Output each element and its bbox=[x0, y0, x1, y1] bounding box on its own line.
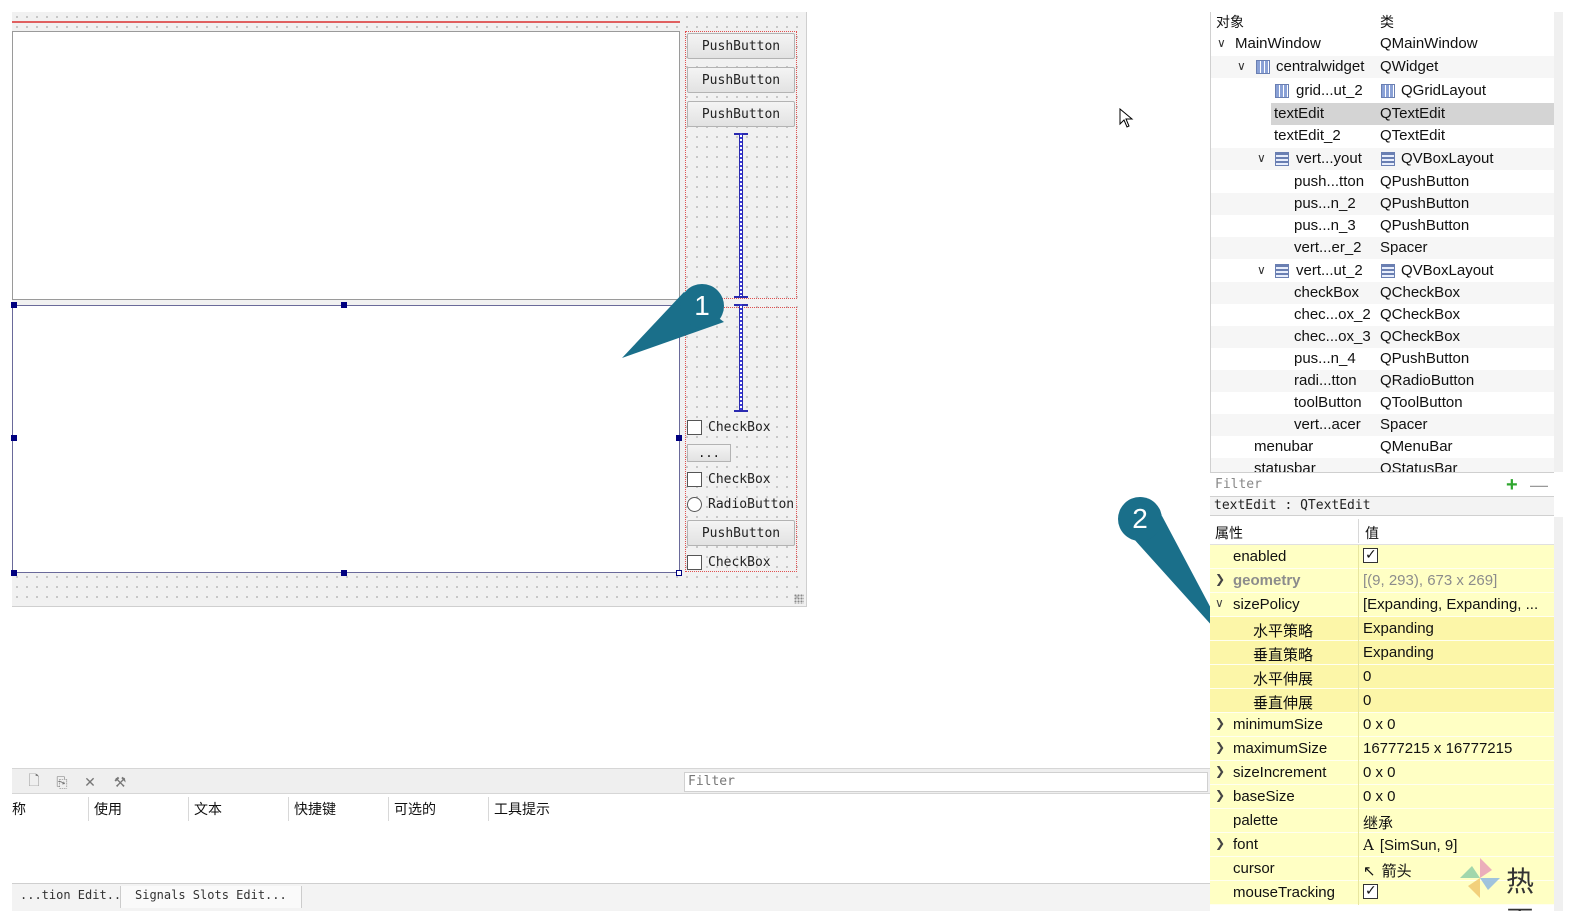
copy-action-icon[interactable]: ⎘ bbox=[52, 772, 72, 792]
tree-row-mainwindow[interactable]: ∨ MainWindow QMainWindow bbox=[1211, 33, 1554, 55]
collapse-arrow-icon[interactable]: ∨ bbox=[1215, 596, 1224, 610]
prop-geometry[interactable]: ❯ geometry [(9, 293), 673 x 269] bbox=[1210, 569, 1554, 593]
tree-row-centralwidget[interactable]: ∨ centralwidget QWidget bbox=[1211, 56, 1554, 78]
action-table-header: 称 使用 文本 快捷键 可选的 工具提示 bbox=[12, 795, 1210, 823]
new-action-icon[interactable]: 🗋 bbox=[24, 772, 44, 792]
tree-row-pushbutton-4[interactable]: pus...n_4 QPushButton bbox=[1211, 348, 1554, 370]
mouse-pointer-icon bbox=[1119, 108, 1134, 128]
pinwheel-logo-icon bbox=[1460, 858, 1500, 898]
col-object[interactable]: 对象 bbox=[1216, 12, 1244, 32]
prop-size-increment[interactable]: ❯ sizeIncrement 0 x 0 bbox=[1210, 761, 1554, 785]
action-editor-toolbar: 🗋 ⎘ ✕ ⚒ Filter bbox=[12, 768, 1210, 794]
tree-row-spacer-2[interactable]: vert...er_2 Spacer bbox=[1211, 237, 1554, 259]
vbox-layout-icon bbox=[1381, 152, 1395, 166]
grid-widget-icon bbox=[1256, 60, 1270, 74]
tree-row-radiobutton[interactable]: radi...tton QRadioButton bbox=[1211, 370, 1554, 392]
tree-row-checkbox-2[interactable]: chec...ox_2 QCheckBox bbox=[1211, 304, 1554, 326]
property-table-header: 属性 值 bbox=[1210, 517, 1554, 545]
expand-arrow-icon[interactable]: ❯ bbox=[1215, 788, 1225, 802]
action-filter-input[interactable]: Filter bbox=[684, 772, 1208, 792]
grid-layout-icon bbox=[1275, 84, 1289, 98]
bottom-tab-bar: ...tion Edit... Signals Slots Edit... bbox=[12, 883, 1210, 911]
tree-row-pushbutton-2[interactable]: pus...n_2 QPushButton bbox=[1211, 193, 1554, 215]
col-text[interactable]: 文本 bbox=[194, 799, 222, 819]
col-used[interactable]: 使用 bbox=[94, 799, 122, 819]
prop-horizontal-stretch[interactable]: 水平伸展 0 bbox=[1210, 665, 1554, 689]
col-tooltip[interactable]: 工具提示 bbox=[494, 799, 550, 819]
property-filter-bar: Filter + — bbox=[1210, 472, 1554, 496]
callout-2: 2 bbox=[1118, 497, 1162, 541]
tree-row-menubar[interactable]: menubar QMenuBar bbox=[1211, 436, 1554, 458]
col-shortcut[interactable]: 快捷键 bbox=[294, 799, 336, 819]
tree-row-checkbox-3[interactable]: chec...ox_3 QCheckBox bbox=[1211, 326, 1554, 348]
prop-horizontal-policy[interactable]: 水平策略 Expanding bbox=[1210, 617, 1554, 641]
expand-arrow-icon[interactable]: ∨ bbox=[1237, 59, 1246, 73]
vbox-layout-icon bbox=[1381, 264, 1395, 278]
expand-arrow-icon[interactable]: ❯ bbox=[1215, 836, 1225, 850]
tree-row-pushbutton-3[interactable]: pus...n_3 QPushButton bbox=[1211, 215, 1554, 237]
font-icon: A bbox=[1363, 836, 1374, 854]
prop-font[interactable]: ❯ font A [SimSun, 9] bbox=[1210, 833, 1554, 857]
expand-arrow-icon[interactable]: ∨ bbox=[1257, 151, 1266, 165]
watermark-text: 热夏 bbox=[1506, 865, 1539, 911]
prop-enabled[interactable]: enabled bbox=[1210, 545, 1554, 569]
tree-row-textedit[interactable]: textEdit QTextEdit bbox=[1211, 103, 1554, 125]
object-inspector-scrollbar[interactable] bbox=[1554, 12, 1563, 472]
property-filter-input[interactable]: Filter bbox=[1212, 475, 1502, 495]
property-editor-scrollbar[interactable] bbox=[1554, 517, 1563, 911]
prop-minimum-size[interactable]: ❯ minimumSize 0 x 0 bbox=[1210, 713, 1554, 737]
col-value[interactable]: 值 bbox=[1365, 523, 1379, 543]
tree-row-spacer[interactable]: vert...acer Spacer bbox=[1211, 414, 1554, 436]
configure-wand-icon[interactable]: ⚒ bbox=[110, 772, 130, 792]
tree-row-vertical-layout-2[interactable]: ∨ vert...ut_2 QVBoxLayout bbox=[1211, 260, 1554, 282]
enabled-checkbox[interactable] bbox=[1363, 548, 1378, 563]
tree-row-pushbutton[interactable]: push...tton QPushButton bbox=[1211, 171, 1554, 193]
watermark: 热夏 bbox=[1458, 856, 1568, 911]
vbox-layout-icon bbox=[1275, 152, 1289, 166]
add-property-icon[interactable]: + bbox=[1506, 475, 1518, 495]
prop-size-policy[interactable]: ∨ sizePolicy [Expanding, Expanding, ... bbox=[1210, 593, 1554, 617]
col-checkable[interactable]: 可选的 bbox=[394, 799, 436, 819]
expand-arrow-icon[interactable]: ❯ bbox=[1215, 572, 1225, 586]
expand-arrow-icon[interactable]: ❯ bbox=[1215, 764, 1225, 778]
expand-arrow-icon[interactable]: ❯ bbox=[1215, 740, 1225, 754]
mouse-tracking-checkbox[interactable] bbox=[1363, 884, 1378, 899]
col-property[interactable]: 属性 bbox=[1215, 523, 1243, 543]
tab-signals-slots[interactable]: Signals Slots Edit... bbox=[120, 886, 302, 908]
expand-arrow-icon[interactable]: ∨ bbox=[1257, 263, 1266, 277]
prop-palette[interactable]: palette 继承 bbox=[1210, 809, 1554, 833]
tree-row-vertical-layout[interactable]: ∨ vert...yout QVBoxLayout bbox=[1211, 148, 1554, 170]
object-inspector: 对象 类 ∨ MainWindow QMainWindow ∨ centralw… bbox=[1210, 12, 1554, 472]
property-object-label: textEdit : QTextEdit bbox=[1210, 496, 1554, 516]
vbox-layout-icon bbox=[1275, 264, 1289, 278]
grid-layout-icon bbox=[1381, 84, 1395, 98]
tree-row-gridlayout[interactable]: grid...ut_2 QGridLayout bbox=[1211, 80, 1554, 102]
tree-row-checkbox[interactable]: checkBox QCheckBox bbox=[1211, 282, 1554, 304]
tree-row-textedit-2[interactable]: textEdit_2 QTextEdit bbox=[1211, 125, 1554, 147]
tree-row-statusbar[interactable]: statusbar QStatusBar bbox=[1211, 458, 1554, 472]
expand-arrow-icon[interactable]: ❯ bbox=[1215, 716, 1225, 730]
callout-1: 1 bbox=[680, 284, 724, 328]
delete-action-icon[interactable]: ✕ bbox=[80, 772, 100, 792]
expand-arrow-icon[interactable]: ∨ bbox=[1217, 36, 1226, 50]
prop-vertical-policy[interactable]: 垂直策略 Expanding bbox=[1210, 641, 1554, 665]
prop-vertical-stretch[interactable]: 垂直伸展 0 bbox=[1210, 689, 1554, 713]
arrow-cursor-icon: ↖ bbox=[1363, 863, 1376, 880]
prop-maximum-size[interactable]: ❯ maximumSize 16777215 x 16777215 bbox=[1210, 737, 1554, 761]
col-class[interactable]: 类 bbox=[1380, 12, 1394, 32]
remove-property-icon[interactable]: — bbox=[1530, 475, 1548, 495]
prop-base-size[interactable]: ❯ baseSize 0 x 0 bbox=[1210, 785, 1554, 809]
col-name[interactable]: 称 bbox=[12, 799, 26, 819]
tree-row-toolbutton[interactable]: toolButton QToolButton bbox=[1211, 392, 1554, 414]
